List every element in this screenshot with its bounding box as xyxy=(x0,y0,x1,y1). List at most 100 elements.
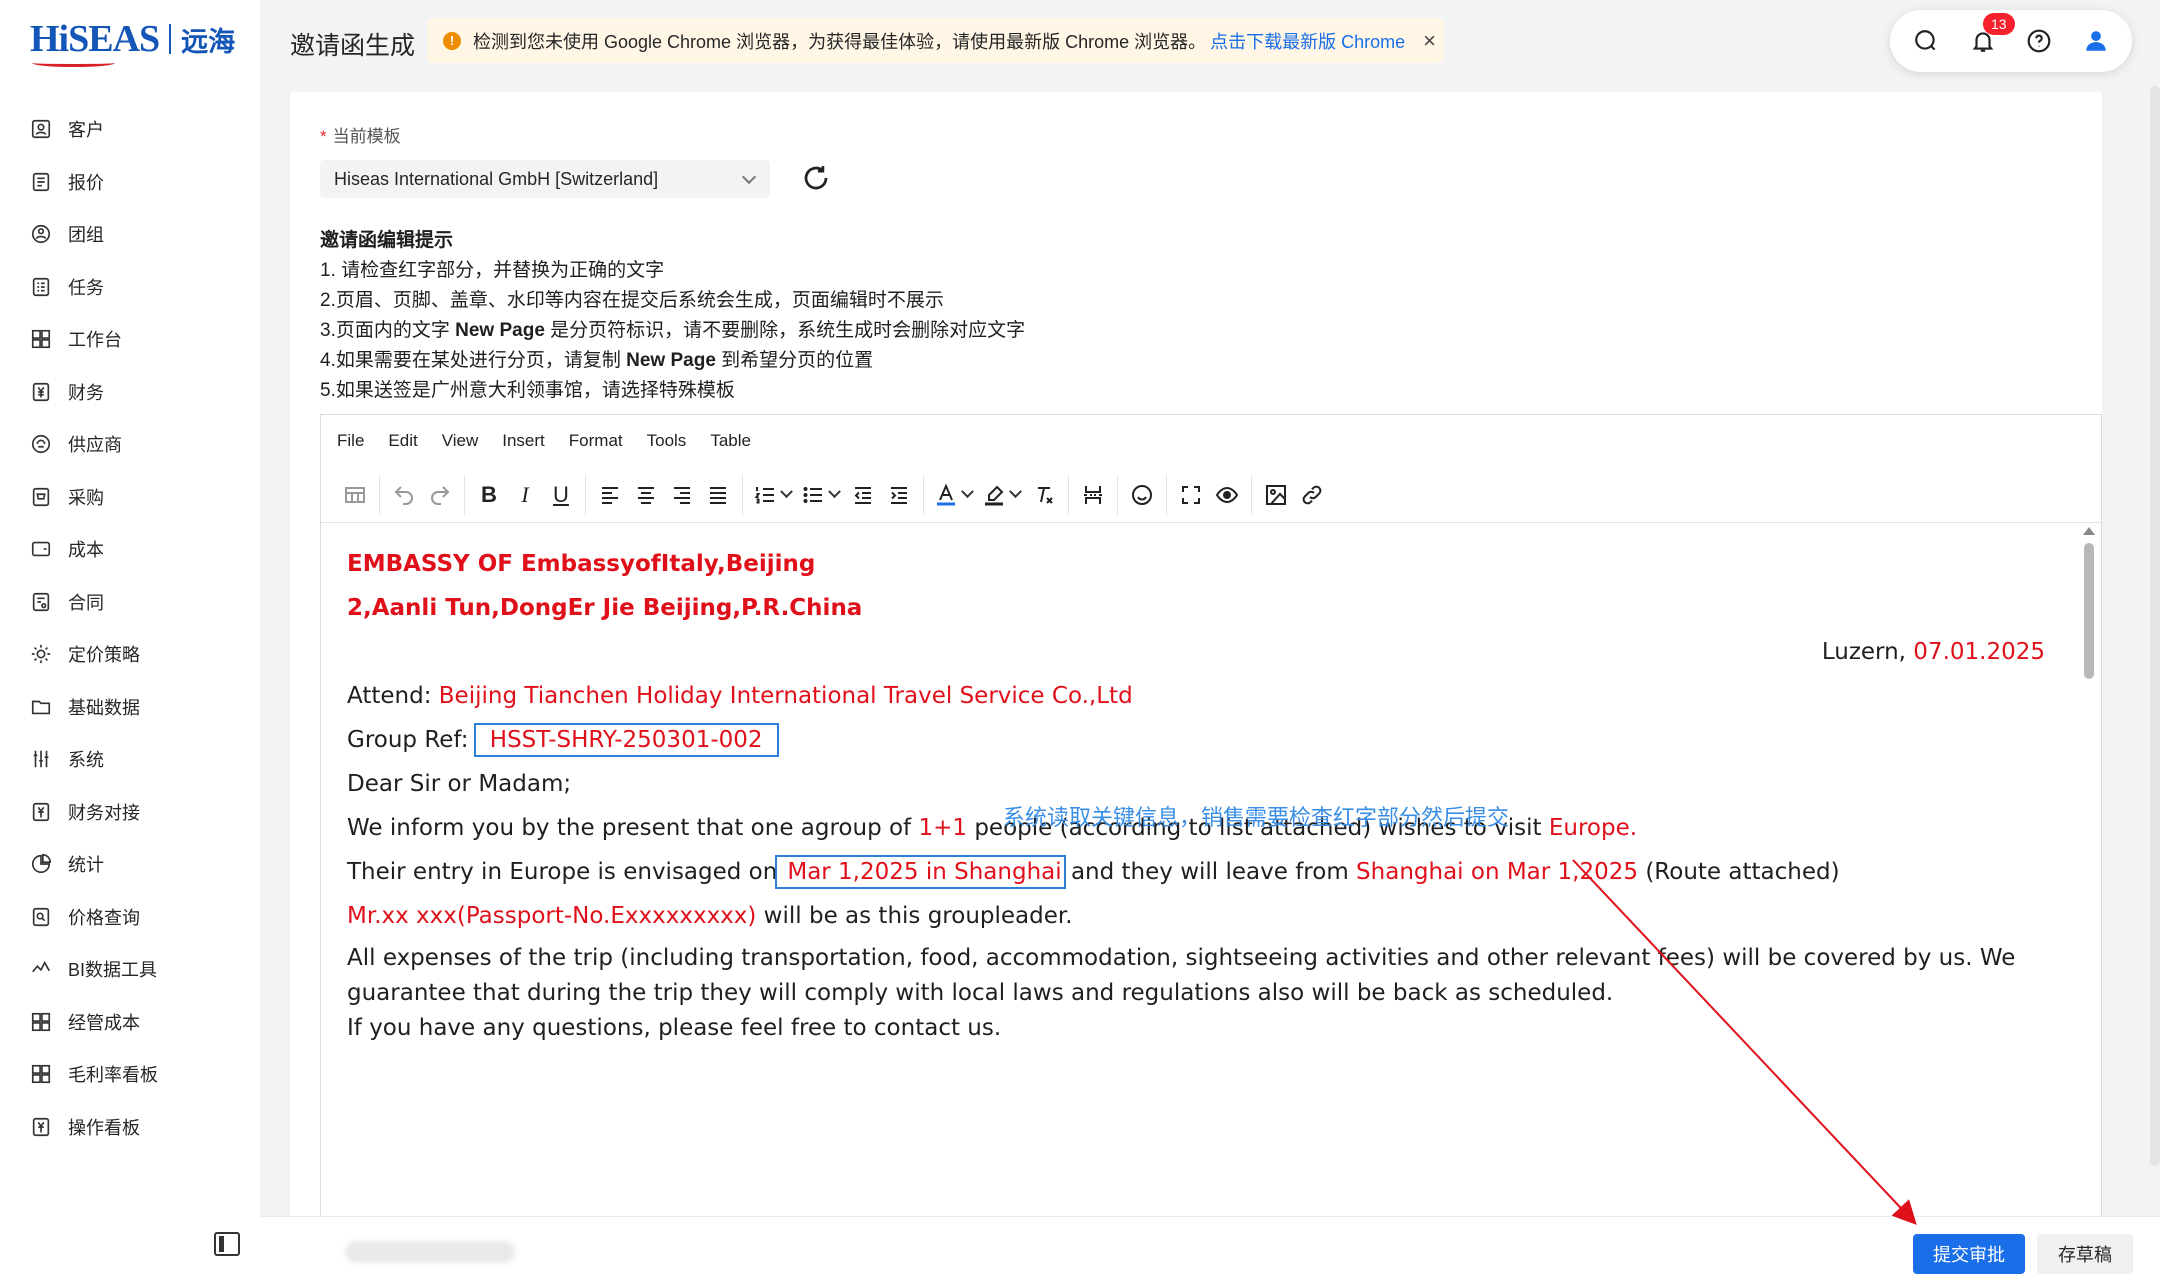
submit-approval-button[interactable]: 提交审批 xyxy=(1913,1234,2025,1274)
indent-button[interactable] xyxy=(881,477,917,513)
menu-item-edit[interactable]: Edit xyxy=(388,431,417,451)
table-button[interactable] xyxy=(337,477,373,513)
sidebar-item-0[interactable]: 客户 xyxy=(0,103,260,156)
editor-scrollbar[interactable] xyxy=(2083,523,2095,1283)
sidebar-item-18[interactable]: 毛利率看板 xyxy=(0,1048,260,1101)
sidebar-item-12[interactable]: 系统 xyxy=(0,733,260,786)
template-select[interactable]: Hiseas International GmbH [Switzerland] xyxy=(320,160,770,198)
scroll-up-icon[interactable] xyxy=(2083,527,2095,535)
download-chrome-link[interactable]: 点击下载最新版 Chrome xyxy=(1210,28,1405,54)
undo-button[interactable] xyxy=(386,477,422,513)
italic-button[interactable]: I xyxy=(507,477,543,513)
close-icon[interactable]: × xyxy=(1423,28,1436,54)
menu-item-insert[interactable]: Insert xyxy=(502,431,545,451)
sidebar-collapse-icon[interactable] xyxy=(214,1232,240,1256)
align-center-button[interactable] xyxy=(628,477,664,513)
align-right-button[interactable] xyxy=(664,477,700,513)
preview-button[interactable] xyxy=(1209,477,1245,513)
notification-button[interactable]: 13 xyxy=(1961,13,2015,63)
clear-format-button[interactable] xyxy=(1026,477,1062,513)
stats-icon xyxy=(30,853,52,875)
menu-item-table[interactable]: Table xyxy=(710,431,751,451)
page-title: 邀请函生成 xyxy=(290,32,416,60)
redo-button[interactable] xyxy=(422,477,458,513)
margin-board-icon xyxy=(30,1063,52,1085)
sidebar-item-label: BI数据工具 xyxy=(68,960,158,981)
insert-link-button[interactable] xyxy=(1294,477,1330,513)
sidebar-item-7[interactable]: 采购 xyxy=(0,471,260,524)
sidebar-item-13[interactable]: 财务对接 xyxy=(0,786,260,839)
workbench-icon xyxy=(30,328,52,350)
menu-item-tools[interactable]: Tools xyxy=(647,431,687,451)
sidebar-item-15[interactable]: 价格查询 xyxy=(0,891,260,944)
highlight-button[interactable] xyxy=(978,477,1026,513)
page-scrollbar[interactable] xyxy=(2150,86,2160,1166)
search-button[interactable] xyxy=(1904,19,1948,63)
sidebar-item-9[interactable]: 合同 xyxy=(0,576,260,629)
align-left-icon xyxy=(602,486,618,504)
sidebar-item-11[interactable]: 基础数据 xyxy=(0,681,260,734)
menu-item-format[interactable]: Format xyxy=(569,431,623,451)
sidebar-item-label: 定价策略 xyxy=(68,645,140,666)
emoji-button[interactable] xyxy=(1124,477,1160,513)
address-line: 2,Aanli Tun,DongEr Jie Beijing,P.R.China xyxy=(347,595,863,621)
menu-item-view[interactable]: View xyxy=(442,431,479,451)
annotation-note: 系统读取关键信息，销售需要检查红字部分然后提交 xyxy=(1003,806,1510,831)
emoji-icon xyxy=(1132,484,1152,505)
table-icon xyxy=(345,486,365,503)
scroll-thumb[interactable] xyxy=(2084,543,2094,679)
sidebar-item-17[interactable]: 经管成本 xyxy=(0,996,260,1049)
page-break-button[interactable] xyxy=(1075,477,1111,513)
salutation-line: Dear Sir or Madam; xyxy=(347,771,572,797)
sidebar-item-10[interactable]: 定价策略 xyxy=(0,628,260,681)
sidebar-item-label: 工作台 xyxy=(68,330,122,351)
sidebar-item-19[interactable]: 操作看板 xyxy=(0,1101,260,1154)
image-icon xyxy=(1266,484,1286,505)
chevron-down-icon xyxy=(1008,488,1022,502)
numbered-list-icon xyxy=(754,486,774,503)
search-icon xyxy=(1915,30,1936,51)
link-icon xyxy=(1302,485,1322,504)
indent-icon xyxy=(891,486,907,504)
sidebar-item-5[interactable]: 财务 xyxy=(0,366,260,419)
justify-button[interactable] xyxy=(700,477,736,513)
italic-icon: I xyxy=(521,481,529,507)
sidebar-item-6[interactable]: 供应商 xyxy=(0,418,260,471)
sidebar-item-1[interactable]: 报价 xyxy=(0,156,260,209)
user-avatar[interactable] xyxy=(2074,19,2118,63)
sidebar-item-8[interactable]: 成本 xyxy=(0,523,260,576)
sidebar-item-16[interactable]: BI数据工具 xyxy=(0,943,260,996)
menu-item-file[interactable]: File xyxy=(337,431,364,451)
fullscreen-button[interactable] xyxy=(1173,477,1209,513)
page-break-icon xyxy=(1084,485,1102,504)
cost-icon xyxy=(30,538,52,560)
editor-content[interactable]: EMBASSY OF EmbassyofItaly,Beijing 2,Aanl… xyxy=(321,523,2091,1287)
insert-image-button[interactable] xyxy=(1258,477,1294,513)
sidebar-item-4[interactable]: 工作台 xyxy=(0,313,260,366)
save-draft-button[interactable]: 存草稿 xyxy=(2037,1234,2133,1274)
sidebar-item-label: 报价 xyxy=(68,172,104,193)
sidebar-item-2[interactable]: 团组 xyxy=(0,208,260,261)
sidebar-item-14[interactable]: 统计 xyxy=(0,838,260,891)
bold-button[interactable]: B xyxy=(471,477,507,513)
logo-text: HiSEAS xyxy=(30,18,160,67)
numbered-list-button[interactable] xyxy=(749,477,797,513)
underline-button[interactable]: U xyxy=(543,477,579,513)
text-color-button[interactable] xyxy=(930,477,978,513)
logo[interactable]: HiSEAS 远海 xyxy=(30,14,235,67)
sidebar-item-3[interactable]: 任务 xyxy=(0,261,260,314)
group-ref-line: Group Ref: HSST-SHRY-250301-002 xyxy=(347,723,2045,757)
template-select-value: Hiseas International GmbH [Switzerland] xyxy=(334,168,659,189)
refresh-button[interactable] xyxy=(801,163,831,193)
bullet-list-button[interactable] xyxy=(797,477,845,513)
user-icon xyxy=(2086,31,2106,51)
text-color-icon xyxy=(937,482,955,505)
leader-line: Mr.xx xxx(Passport-No.Exxxxxxxxx) will b… xyxy=(347,903,1073,929)
sidebar-item-label: 财务对接 xyxy=(68,802,140,823)
edit-tips: 邀请函编辑提示 1. 请检查红字部分，并替换为正确的文字 2.页眉、页脚、盖章、… xyxy=(320,226,1025,406)
help-button[interactable] xyxy=(2017,19,2061,63)
customer-icon xyxy=(30,118,52,140)
outdent-button[interactable] xyxy=(845,477,881,513)
refresh-icon xyxy=(804,166,828,190)
align-left-button[interactable] xyxy=(592,477,628,513)
